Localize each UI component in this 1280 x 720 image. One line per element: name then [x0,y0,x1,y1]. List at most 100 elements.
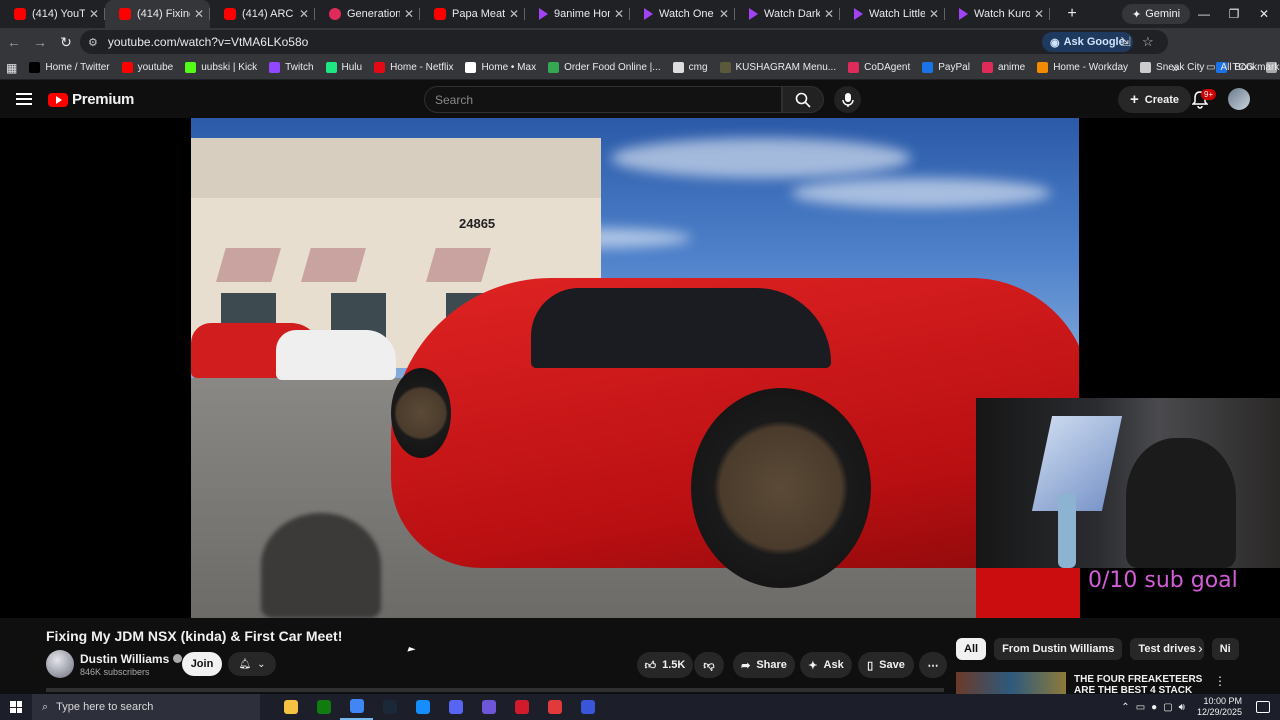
bookmark-item[interactable]: Order Food Online |... [542,62,667,73]
forward-icon[interactable]: → [28,34,52,50]
save-button[interactable]: ▯ Save [858,652,914,678]
close-tab-icon[interactable]: ✕ [824,7,834,21]
create-button[interactable]: + Create [1118,86,1192,113]
more-vertical-icon[interactable]: ⋮ [1214,674,1226,688]
site-info-icon[interactable]: ⚙ [88,36,98,49]
taskbar-app[interactable] [373,694,406,720]
bookmark-item[interactable]: youtube [116,62,180,73]
bookmark-item[interactable]: KUSHAGRAM Menu... [714,62,843,73]
network-icon[interactable]: ▭ [1136,702,1145,713]
video-player[interactable]: 24865 0/10 sub goal [0,118,1280,618]
close-tab-icon[interactable]: ✕ [89,7,99,21]
like-button[interactable]: 👍︎ 1.5K [637,652,693,678]
bookmark-item[interactable]: Home / Twitter [23,62,115,73]
bookmark-item[interactable]: PayPal [916,62,976,73]
reload-icon[interactable]: ↻ [54,34,78,51]
taskbar-app[interactable] [505,694,538,720]
bookmarks-bar: ▦ Home / Twitter youtube uubski | Kick Twit… [0,56,1280,80]
microphone-icon[interactable]: ● [1151,702,1157,713]
share-button[interactable]: ➦ Share [733,652,795,678]
browser-tab[interactable]: Watch Darker th ✕ [735,0,840,28]
taskbar-app[interactable] [307,694,340,720]
controller-icon [481,700,496,714]
account-avatar[interactable] [1228,88,1250,110]
bookmark-item[interactable]: Home - Workday [1031,62,1134,73]
url-text[interactable]: youtube.com/watch?v=VtMA6LKo58o [108,35,308,49]
taskbar-app[interactable] [406,694,439,720]
all-bookmarks[interactable]: ▭ All Bookmarks [1200,62,1280,73]
browser-tab[interactable]: Generational Sc ✕ [315,0,420,28]
close-tab-icon[interactable]: ✕ [299,7,309,21]
filter-chip[interactable]: From Dustin Williams [994,638,1123,660]
notification-center-icon[interactable] [1256,701,1270,713]
bookmark-star-icon[interactable]: ☆ [1142,34,1154,50]
more-actions-button[interactable]: ⋯ [919,652,947,678]
close-tab-icon[interactable]: ✕ [929,7,939,21]
back-icon[interactable]: ← [2,34,26,50]
video-frame[interactable]: 24865 [191,118,1079,618]
notification-badge: 9+ [1201,89,1217,100]
speaker-icon[interactable]: 🔊︎ [1179,702,1185,713]
bookmark-item[interactable]: Twitch [263,62,319,73]
taskbar-app[interactable] [274,694,307,720]
youtube-premium-logo[interactable]: Premium [48,91,134,108]
bookmark-item[interactable]: cmg [667,62,714,73]
filter-chip[interactable]: Ni [1211,638,1239,660]
bookmark-favicon-icon [269,62,281,73]
close-tab-icon[interactable]: ✕ [509,7,519,21]
taskbar-app[interactable] [439,694,472,720]
taskbar-app[interactable] [472,694,505,720]
taskbar-app[interactable] [340,694,373,720]
hamburger-menu-icon[interactable] [16,93,32,105]
browser-tab[interactable]: Watch Little Wit ✕ [840,0,945,28]
related-video-thumbnail[interactable] [956,672,1066,694]
search-button[interactable] [782,86,824,113]
apps-grid-icon[interactable]: ▦ [0,61,23,75]
bookmark-item[interactable]: CoDAgent [842,62,916,73]
bookmark-item[interactable]: anime [976,62,1031,73]
bookmark-favicon-icon [185,62,197,73]
related-video-title[interactable]: THE FOUR FREAKETEERS ARE THE BEST 4 STAC… [1074,674,1204,694]
more-bookmarks-icon[interactable]: » [1172,61,1179,75]
close-window-button[interactable]: ✕ [1244,0,1280,28]
install-icon[interactable]: ⇲ [1120,34,1131,50]
taskbar-app[interactable] [571,694,604,720]
filter-chip[interactable]: All [956,638,987,660]
clock[interactable]: 10:00 PM 12/29/2025 [1197,696,1242,718]
subscription-bell-button[interactable]: 🔔︎ ⌄ [228,652,276,676]
chevron-up-icon[interactable]: ⌃ [1121,702,1129,713]
chevron-right-icon[interactable]: › [1198,640,1203,656]
channel-name[interactable]: Dustin Williams [80,652,183,666]
gemini-button[interactable]: ✦ Gemini [1122,4,1191,24]
bookmark-item[interactable]: Hulu [320,62,369,73]
dislike-button[interactable]: 👎︎ [694,652,724,678]
display-icon[interactable]: ▢ [1163,702,1172,713]
bookmark-item[interactable]: Home • Max [459,62,542,73]
bookmark-item[interactable]: uubski | Kick [179,62,263,73]
taskbar-app[interactable] [538,694,571,720]
voice-search-button[interactable] [834,86,861,113]
start-button[interactable] [0,694,32,720]
browser-tab[interactable]: Watch One Outs ✕ [630,0,735,28]
search-input[interactable]: Search [424,86,782,113]
join-button[interactable]: Join [182,652,222,676]
omnibox[interactable]: ⚙ youtube.com/watch?v=VtMA6LKo58o ◉ Ask G… [80,30,1168,54]
browser-tab[interactable]: Watch Kuroko's ✕ [945,0,1050,28]
filter-chip[interactable]: Test drives [1130,638,1204,660]
channel-avatar[interactable] [46,650,74,678]
close-tab-icon[interactable]: ✕ [1034,7,1044,21]
bookmark-item[interactable]: Home - Netflix [368,62,459,73]
browser-tab[interactable]: (414) ARC RAID ✕ [210,0,315,28]
browser-tab[interactable]: (414) YouTube ✕ [0,0,105,28]
new-tab-button[interactable]: + [1058,5,1086,23]
close-tab-icon[interactable]: ✕ [404,7,414,21]
browser-tab[interactable]: Papa Meat - You ✕ [420,0,525,28]
close-tab-icon[interactable]: ✕ [719,7,729,21]
ask-button[interactable]: ✦ Ask [800,652,852,678]
browser-tab[interactable]: 9anime Homepa ✕ [525,0,630,28]
close-tab-icon[interactable]: ✕ [614,7,624,21]
browser-tab[interactable]: (414) Fixing ✕ [105,0,210,28]
close-tab-icon[interactable]: ✕ [194,7,204,21]
cloud [611,138,911,178]
taskbar-search-input[interactable]: ⌕ Type here to search [32,694,260,720]
